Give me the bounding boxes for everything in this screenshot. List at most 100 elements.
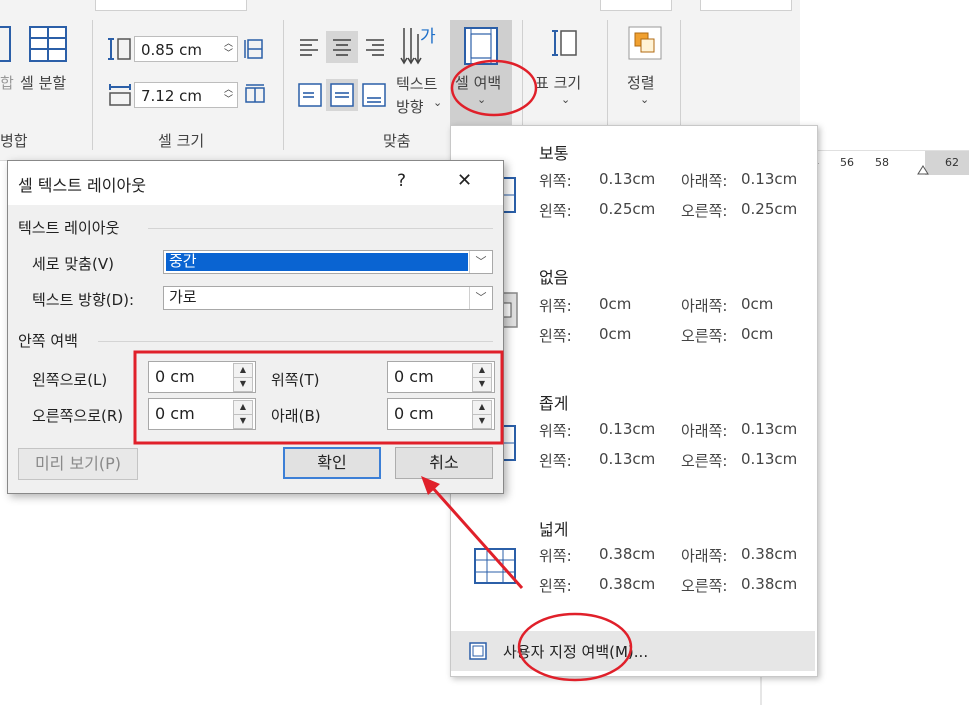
preset-title[interactable]: 좁게 [539,390,568,414]
cell-margins-icon[interactable] [463,26,499,66]
chevron-down-icon[interactable]: ⌄ [640,93,649,106]
preset-left-label: 왼쪽: [539,577,572,595]
preset-bottom-label: 아래쪽: [681,297,728,315]
spin-up-icon[interactable]: ▲ [472,363,492,378]
table-size-button[interactable]: 표 크기 [535,72,581,93]
spin-up-icon[interactable]: ▲ [233,363,253,378]
cancel-button[interactable]: 취소 [395,447,493,479]
top-margin-input[interactable]: 0 cm ▲ ▼ [387,361,495,393]
chevron-down-icon[interactable]: ﹀ [469,251,492,273]
preview-button[interactable]: 미리 보기(P) [18,448,138,480]
dialog-titlebar[interactable]: 셀 텍스트 레이아웃 ? ✕ [8,161,503,205]
custom-margins-label[interactable]: 사용자 지정 여백(M)... [503,641,648,662]
row-height-field[interactable]: 0.85 cm ︿ ﹀ [134,36,238,62]
preset-bottom-value: 0cm [741,295,774,313]
ok-button[interactable]: 확인 [283,447,381,479]
right-margin-label: 오른쪽으로(R) [32,407,124,425]
bottom-margin-input[interactable]: 0 cm ▲ ▼ [387,398,495,430]
spin-up-icon[interactable]: ▲ [472,400,492,415]
spin-down-icon[interactable]: ▼ [472,414,492,429]
left-margin-value: 0 cm [155,367,195,386]
spin-up-icon[interactable]: ▲ [233,400,253,415]
left-margin-label: 왼쪽으로(L) [32,371,108,389]
preset-right-value: 0.38cm [741,575,798,593]
split-cells-icon[interactable] [26,25,70,65]
chevron-down-icon[interactable]: ⌄ [433,96,442,109]
cell-text-layout-dialog: 셀 텍스트 레이아웃 ? ✕ 텍스트 레이아웃 세로 맞춤(V) 중간 ﹀ 텍스… [7,160,504,494]
wide-margins-thumbnail-icon[interactable] [473,546,517,586]
ruler-tick: 56 [840,156,854,169]
text-direction-dropdown[interactable]: 가로 ﹀ [163,286,493,310]
chevron-down-icon[interactable]: ⌄ [477,93,486,106]
column-width-spinner[interactable]: ︿ ﹀ [224,85,233,105]
no-margins-thumbnail-icon[interactable] [503,291,519,329]
text-direction-arrows-icon[interactable] [400,24,422,68]
ribbon-tab-edge [95,0,247,11]
align-middle-center-icon[interactable] [330,83,354,107]
bottom-margin-label: 아래(B) [271,407,321,425]
merge-cells-icon[interactable] [0,25,12,65]
align-top-right-icon[interactable] [364,36,386,58]
ribbon-separator [283,20,284,150]
vertical-align-dropdown[interactable]: 중간 ﹀ [163,250,493,274]
preset-right-value: 0.13cm [741,450,798,468]
distribute-columns-icon[interactable] [244,84,268,106]
align-top-center-icon[interactable] [331,36,353,58]
cell-size-group-label: 셀 크기 [158,132,205,150]
merge-cells-label[interactable]: 합 [0,72,14,93]
row-height-spinner[interactable]: ︿ ﹀ [224,39,233,59]
indent-marker-icon[interactable] [917,165,929,175]
preset-top-value: 0cm [599,295,632,313]
preset-title[interactable]: 넓게 [539,516,568,540]
preset-right-value: 0cm [741,325,774,343]
column-width-icon [109,84,131,106]
text-direction-glyph[interactable]: 가 [420,22,436,47]
preset-left-value: 0.25cm [599,200,656,218]
help-button[interactable]: ? [397,171,406,191]
preset-title[interactable]: 보통 [539,140,568,164]
preset-top-value: 0.13cm [599,170,656,188]
row-height-icon [108,38,131,60]
cell-margins-gallery: 보통 위쪽: 0.13cm 아래쪽: 0.13cm 왼쪽: 0.25cm 오른쪽… [450,125,818,677]
merge-group-label: 병합 [0,132,28,150]
preset-right-label: 오른쪽: [681,452,728,470]
preset-top-value: 0.38cm [599,545,656,563]
spin-down-icon[interactable]: ▼ [233,414,253,429]
distribute-rows-icon[interactable] [244,38,268,60]
cell-margins-label[interactable]: 셀 여백 [455,72,501,93]
preset-title[interactable]: 없음 [539,264,568,288]
text-direction-value: 가로 [169,288,197,306]
row-height-value: 0.85 cm [141,41,203,59]
preset-right-label: 오른쪽: [681,577,728,595]
ribbon-tab-edge [600,0,672,11]
arrange-button[interactable]: 정렬 [627,72,655,93]
right-margin-input[interactable]: 0 cm ▲ ▼ [148,398,256,430]
vertical-align-label: 세로 맞춤(V) [32,255,114,273]
preset-left-label: 왼쪽: [539,202,572,220]
right-margin-value: 0 cm [155,404,195,423]
column-width-field[interactable]: 7.12 cm ︿ ﹀ [134,82,238,108]
align-middle-left-icon[interactable] [298,83,322,107]
text-layout-group-label: 텍스트 레이아웃 [18,219,120,237]
text-direction-label-line1[interactable]: 텍스트 [396,73,437,94]
chevron-down-icon[interactable]: ⌄ [561,93,570,106]
table-size-icon[interactable] [551,28,579,58]
spin-down-icon[interactable]: ▼ [472,377,492,392]
preset-bottom-value: 0.13cm [741,420,798,438]
custom-margins-menu-item[interactable]: 사용자 지정 여백(M)... [451,631,815,671]
close-button[interactable]: ✕ [457,170,472,191]
bottom-margin-value: 0 cm [394,404,434,423]
spin-down-icon[interactable]: ▼ [233,377,253,392]
text-direction-label-line2[interactable]: 방향 [396,96,424,117]
arrange-icon[interactable] [628,26,662,60]
internal-margin-group-label: 안쪽 여백 [18,332,78,350]
chevron-down-icon[interactable]: ﹀ [469,287,492,309]
align-top-left-icon[interactable] [298,36,320,58]
align-bottom-icon[interactable] [362,83,386,107]
split-cells-button[interactable]: 셀 분할 [20,72,66,93]
ruler-tick: 62 [945,156,959,169]
left-margin-input[interactable]: 0 cm ▲ ▼ [148,361,256,393]
vertical-align-value: 중간 [169,252,197,270]
preset-bottom-label: 아래쪽: [681,172,728,190]
text-direction-label: 텍스트 방향(D): [32,291,135,309]
